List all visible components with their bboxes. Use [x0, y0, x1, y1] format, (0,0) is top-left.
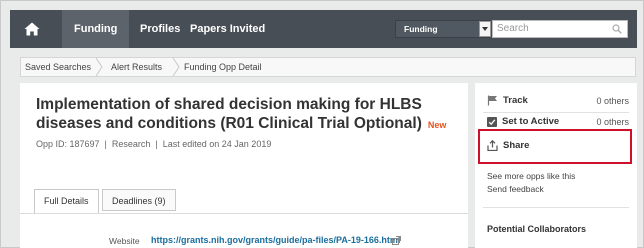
divider	[483, 207, 629, 208]
nav-tab-profiles[interactable]: Profiles	[140, 10, 180, 48]
home-icon	[24, 22, 40, 36]
breadcrumb-separator-icon	[172, 58, 180, 76]
track-count: 0 others	[596, 96, 629, 106]
checkbox-icon	[487, 116, 497, 127]
new-badge: New	[427, 120, 447, 130]
tab-divider	[20, 213, 468, 214]
share-label: Share	[503, 140, 530, 151]
breadcrumb-separator-icon	[95, 58, 103, 76]
opportunity-card: Implementation of shared decision making…	[20, 83, 468, 248]
active-count: 0 others	[596, 117, 629, 127]
share-button[interactable]: Share	[487, 140, 529, 151]
search-icon[interactable]	[612, 24, 622, 34]
track-label: Track	[503, 95, 528, 106]
set-active-label: Set to Active	[502, 116, 560, 127]
website-link[interactable]: https://grants.nih.gov/grants/guide/pa-f…	[151, 235, 400, 245]
see-more-opps-link[interactable]: See more opps like this	[487, 171, 575, 181]
title-text: Implementation of shared decision making…	[36, 96, 422, 132]
potential-collaborators-heading: Potential Collaborators	[487, 224, 587, 234]
set-active-button[interactable]: Set to Active	[487, 116, 559, 127]
divider	[483, 112, 629, 113]
flag-icon	[487, 95, 497, 106]
search-scope-select[interactable]: Funding	[395, 20, 491, 38]
opportunity-title: Implementation of shared decision making…	[36, 95, 456, 135]
send-feedback-link[interactable]: Send feedback	[487, 184, 544, 194]
nav-tab-papers-invited[interactable]: Papers Invited	[190, 10, 265, 48]
search-placeholder: Search	[497, 23, 529, 34]
nav-tab-funding[interactable]: Funding	[62, 10, 130, 48]
tab-deadlines[interactable]: Deadlines (9)	[102, 189, 176, 211]
external-link-icon[interactable]	[392, 236, 401, 245]
home-button[interactable]	[10, 10, 54, 48]
opportunity-meta: Opp ID: 187697 | Research | Last edited …	[36, 139, 272, 149]
tab-full-details[interactable]: Full Details	[34, 189, 99, 214]
breadcrumb-current: Funding Opp Detail	[184, 62, 262, 72]
website-label: Website	[109, 236, 140, 246]
chevron-down-icon	[482, 27, 488, 31]
action-panel: Track 0 others Set to Active 0 others Sh…	[475, 83, 637, 248]
breadcrumb-alert-results[interactable]: Alert Results	[111, 58, 162, 76]
top-nav: Funding Profiles Papers Invited Funding …	[10, 10, 637, 48]
share-icon	[487, 140, 498, 151]
page-frame: Funding Profiles Papers Invited Funding …	[0, 0, 644, 248]
breadcrumb-saved-searches[interactable]: Saved Searches	[25, 58, 91, 76]
search-input[interactable]: Search	[492, 20, 628, 38]
track-button[interactable]: Track	[487, 95, 528, 106]
breadcrumb: Saved Searches Alert Results Funding Opp…	[20, 57, 636, 77]
scope-dropdown-button[interactable]	[479, 21, 491, 37]
